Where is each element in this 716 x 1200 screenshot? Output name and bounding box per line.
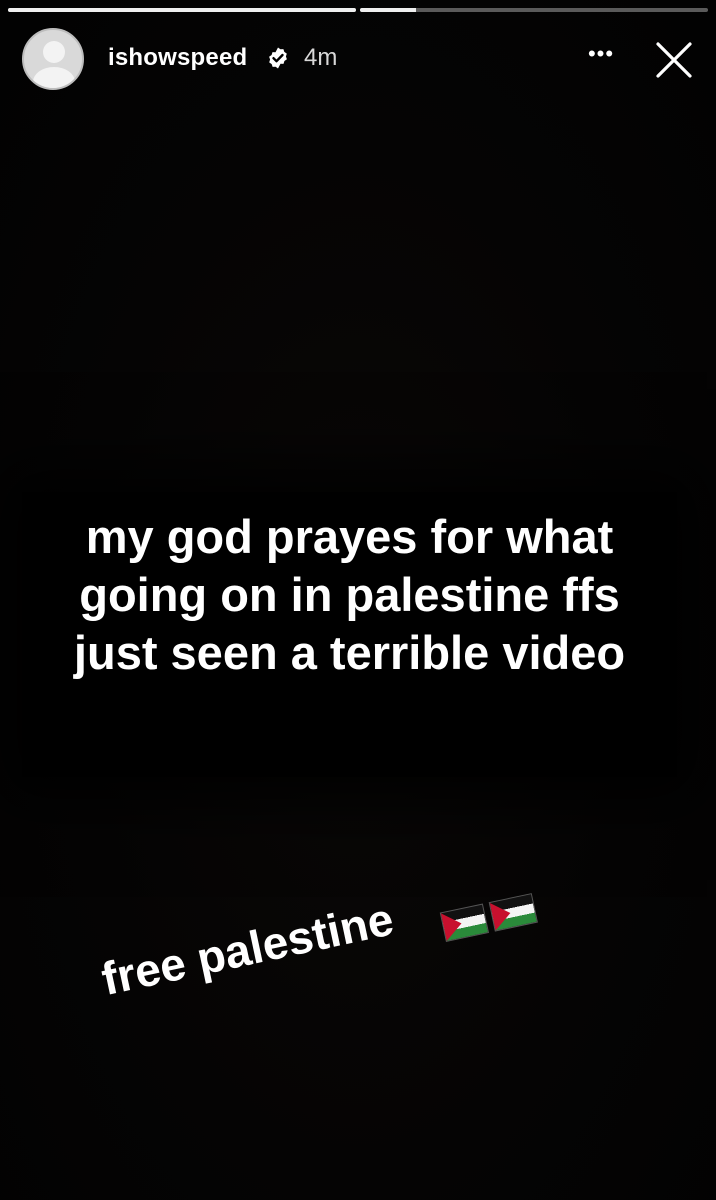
progress-segment-current bbox=[360, 8, 708, 12]
caption-line: just seen a terrible video bbox=[73, 626, 626, 679]
post-time: 4m bbox=[304, 44, 338, 71]
avatar-placeholder-body bbox=[33, 67, 75, 88]
more-options-button[interactable]: ••• bbox=[584, 41, 618, 72]
story-progress-bar bbox=[8, 8, 708, 13]
avatar[interactable] bbox=[22, 28, 84, 90]
progress-fill bbox=[8, 8, 356, 12]
progress-segment-viewed bbox=[8, 8, 356, 12]
progress-fill bbox=[360, 8, 416, 12]
avatar-placeholder-head bbox=[43, 41, 65, 63]
more-horizontal-icon: ••• bbox=[587, 41, 615, 66]
username-link[interactable]: ishowspeed bbox=[108, 44, 247, 72]
close-icon[interactable] bbox=[652, 38, 696, 82]
story-caption: my god prayes for what going on in pales… bbox=[22, 508, 677, 682]
verified-badge-icon bbox=[269, 47, 287, 69]
caption-line: going on in palestine ffs bbox=[79, 568, 620, 621]
caption-line: my god prayes for what bbox=[85, 510, 614, 563]
